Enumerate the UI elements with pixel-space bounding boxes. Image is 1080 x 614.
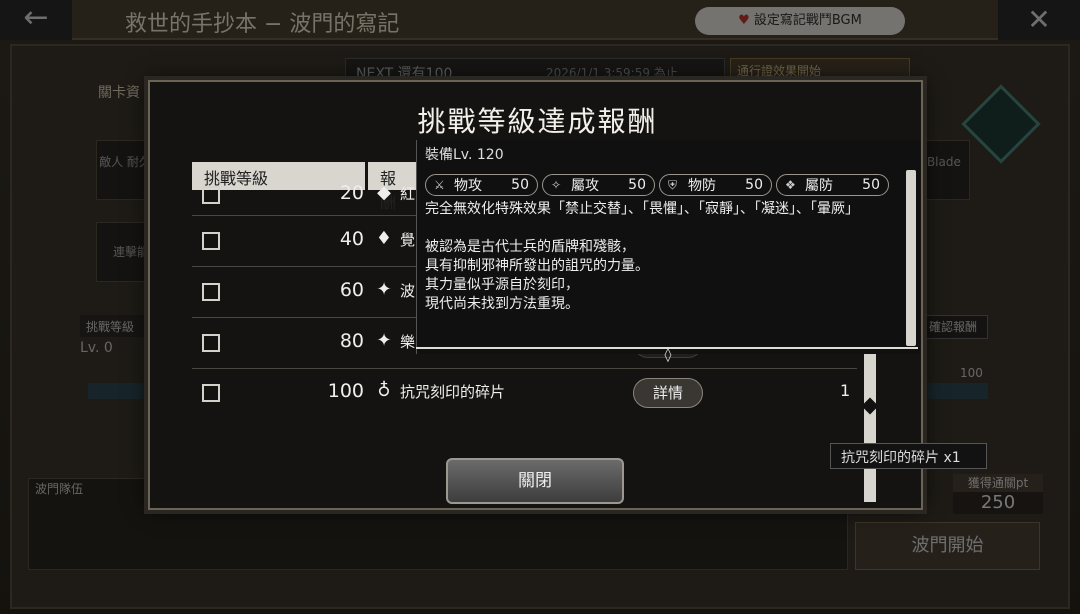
- stat-label: 屬攻: [571, 178, 599, 194]
- elem-def-icon: ❖: [785, 178, 796, 192]
- desc-line: 其力量似乎源自於刻印，: [425, 277, 579, 293]
- stat-value: 50: [511, 177, 529, 193]
- stat-label: 屬防: [805, 178, 833, 194]
- row-name: 抗咒刻印的碎片: [400, 383, 506, 401]
- effect-text: 完全無效化特殊效果「禁止交替」、「畏懼」、「寂靜」、「凝迷」、「暈厥」: [425, 201, 859, 217]
- stat-value: 50: [862, 177, 880, 193]
- row-name: 波: [400, 282, 416, 300]
- item-tag: 抗咒刻印的碎片 x1: [830, 443, 987, 469]
- close-modal-button[interactable]: 關閉: [446, 458, 624, 504]
- stat-phys-atk: ⚔ 物攻 50: [425, 174, 538, 196]
- phys-def-icon: ⛨: [668, 177, 678, 192]
- equip-level: 裝備Lv. 120: [425, 147, 504, 163]
- row-checkbox: [202, 232, 220, 250]
- shard-icon: ♁: [377, 380, 391, 401]
- row-checkbox: [202, 334, 220, 352]
- row-level: 100: [327, 380, 364, 402]
- elem-atk-icon: ✧: [551, 178, 562, 192]
- tooltip-pointer-icon: ◊: [664, 347, 672, 363]
- row-level: 20: [339, 182, 364, 204]
- red-gem-icon: ◆: [377, 182, 391, 203]
- desc-line: 具有抑制邪神所發出的詛咒的力量。: [425, 258, 649, 274]
- stat-label: 物攻: [454, 178, 482, 194]
- tooltip-scrollbar[interactable]: [906, 170, 916, 346]
- crystal-icon: ♦: [375, 228, 393, 249]
- row-checkbox: [202, 283, 220, 301]
- row-level: 60: [339, 279, 364, 301]
- stat-phys-def: ⛨ 物防 50: [659, 174, 772, 196]
- modal-title: 挑戰等級達成報酬: [417, 105, 658, 138]
- row-name: 樂: [400, 333, 416, 351]
- row-level: 40: [339, 228, 364, 250]
- row-level: 80: [339, 330, 364, 352]
- stat-elem-atk: ✧ 屬攻 50: [542, 174, 655, 196]
- item-tooltip: 裝備Lv. 120 ⚔ 物攻 50 ✧ 屬攻 50 ⛨ 物防 50 ❖ 屬防 50 完全無效化特…: [416, 140, 920, 354]
- row-name: 覺: [400, 231, 416, 249]
- stat-elem-def: ❖ 屬防 50: [776, 174, 889, 196]
- sparkle-icon: ✦: [376, 279, 392, 300]
- stat-value: 50: [745, 177, 763, 193]
- stat-label: 物防: [688, 178, 716, 194]
- phys-atk-icon: ⚔: [434, 178, 445, 192]
- desc-line: 現代尚未找到方法重現。: [425, 296, 579, 312]
- reward-row: 100 ♁ 抗咒刻印的碎片 詳情 1: [192, 368, 857, 418]
- detail-button[interactable]: 詳情: [633, 378, 703, 408]
- tooltip-description: 完全無效化特殊效果「禁止交替」、「畏懼」、「寂靜」、「凝迷」、「暈厥」 被認為是…: [425, 200, 895, 314]
- sparkle-icon: ✦: [376, 330, 392, 351]
- row-checkbox: [202, 384, 220, 402]
- stat-row: ⚔ 物攻 50 ✧ 屬攻 50 ⛨ 物防 50 ❖ 屬防 50: [425, 174, 889, 196]
- desc-line: 被認為是古代士兵的盾牌和殘骸，: [425, 239, 635, 255]
- row-qty: 1: [840, 381, 851, 400]
- stat-value: 50: [628, 177, 646, 193]
- row-checkbox: [202, 186, 220, 204]
- row-name: 紅: [400, 185, 416, 203]
